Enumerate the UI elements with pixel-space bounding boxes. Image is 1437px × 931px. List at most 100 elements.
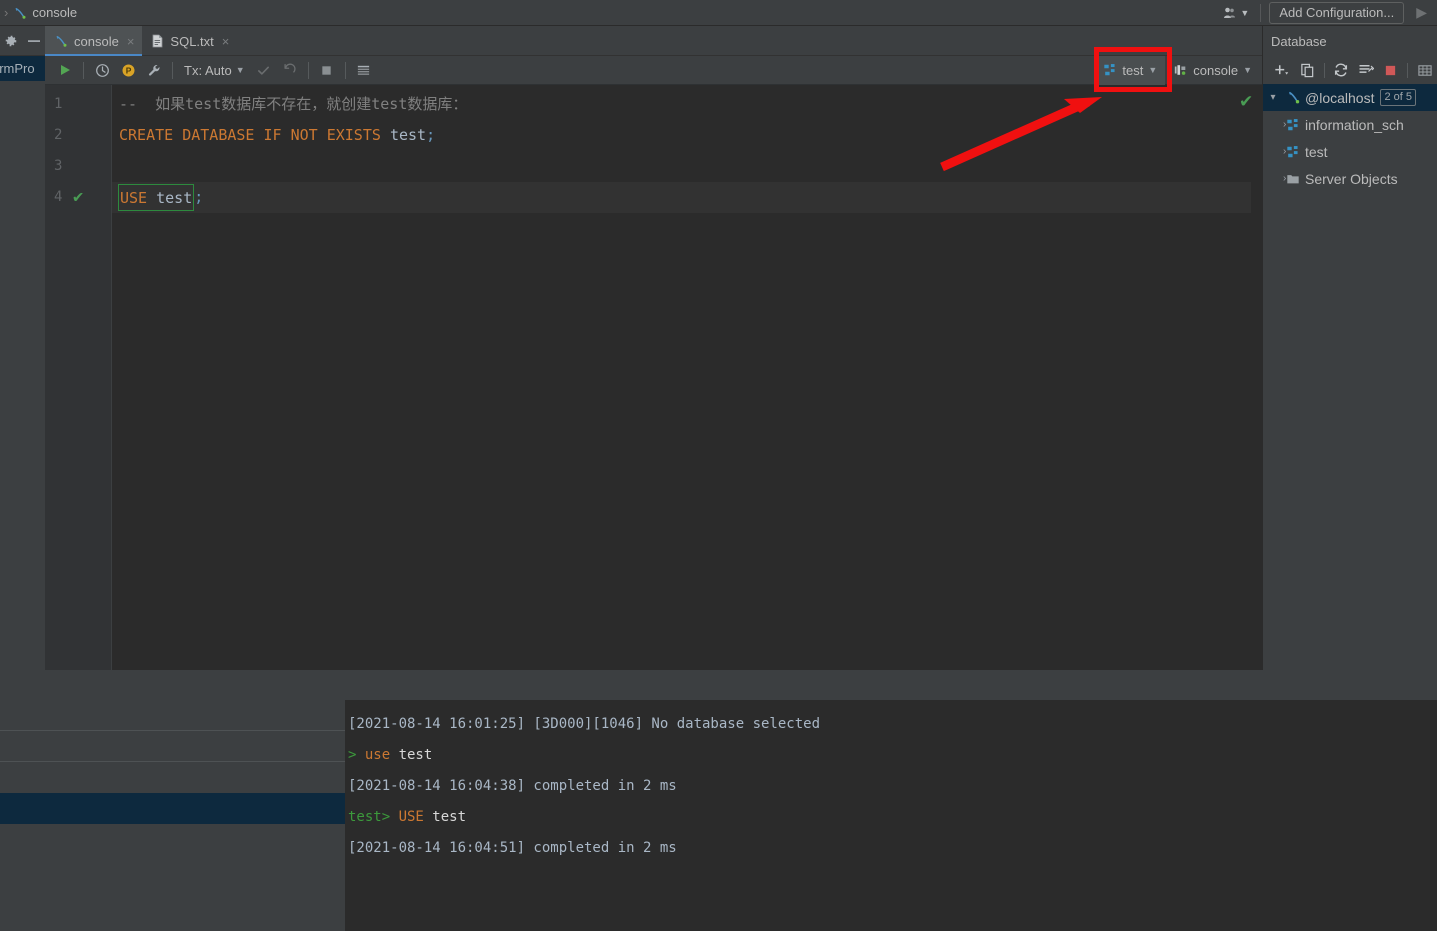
sql-identifier: test — [389, 126, 427, 144]
editor-bottom-gap — [45, 670, 1262, 700]
list-item[interactable] — [0, 793, 345, 824]
user-dropdown-icon[interactable]: ▼ — [1220, 4, 1252, 22]
output-table-icon[interactable] — [351, 57, 377, 83]
top-navigation-bar: › console ▼ Add Configuration... ▶ — [0, 0, 1437, 26]
list-item[interactable] — [0, 700, 345, 731]
chevron-down-icon[interactable]: ▾ — [1263, 92, 1283, 103]
ide-window: › console ▼ Add Configuration... ▶ rmPro… — [0, 0, 1437, 931]
sql-punctuation: ; — [426, 126, 436, 144]
breadcrumb-separator: › — [4, 5, 9, 20]
output-text: test — [432, 809, 467, 825]
toolbar-divider — [172, 61, 173, 79]
database-schema-icon — [1283, 118, 1303, 132]
tab-label: console — [74, 33, 119, 49]
output-side-list[interactable] — [0, 700, 345, 931]
editor-code-area[interactable]: -- 如果test数据库不存在，就创建test数据库： CREATE DATAB… — [111, 85, 1262, 670]
sql-keyword: USE — [120, 189, 157, 207]
tree-node-localhost[interactable]: ▾ @localhost 2 of 5 — [1263, 84, 1437, 111]
breadcrumb-label[interactable]: console — [32, 5, 77, 20]
output-text: [2021-08-14 16:04:51] completed in 2 ms — [348, 840, 677, 856]
tab-sql-txt[interactable]: SQL.txt × — [142, 26, 237, 56]
svg-text:P: P — [125, 65, 131, 75]
toolbar-divider — [307, 61, 309, 79]
console-file-icon — [13, 6, 27, 20]
tab-label: SQL.txt — [170, 33, 214, 49]
line-number-label: 4 — [54, 189, 63, 205]
toolbar-divider — [1323, 62, 1325, 78]
database-schema-icon — [1103, 63, 1117, 77]
line-number: 4 ✔ — [45, 182, 111, 213]
sql-editor[interactable]: 1 2 3 4 ✔ -- 如果test数据库不存在，就创建test数据库： CR… — [45, 85, 1262, 670]
chevron-right-icon[interactable]: › — [1263, 146, 1286, 157]
transaction-mode-selector[interactable]: Tx: Auto ▼ — [178, 63, 251, 78]
database-tool-window: Database ▾ @localhost 2 of 5 › informati… — [1262, 26, 1437, 670]
line-number: 3 — [54, 158, 63, 174]
sync-editor-icon[interactable] — [1353, 58, 1378, 82]
editor-toolbar-right: test ▼ console ▼ — [1095, 55, 1262, 85]
gear-icon[interactable] — [4, 34, 18, 48]
add-icon[interactable] — [1270, 58, 1295, 82]
statement-run-check-icon[interactable]: ✔ — [73, 182, 83, 213]
editor-scrollbar[interactable] — [1251, 85, 1262, 670]
database-tree: ▾ @localhost 2 of 5 › information_sch › … — [1263, 84, 1437, 192]
list-item[interactable] — [0, 731, 345, 762]
tree-node-label: @localhost — [1305, 89, 1375, 106]
stop-icon — [314, 57, 340, 83]
chevron-right-icon[interactable]: › — [1263, 119, 1286, 130]
wrench-icon[interactable] — [141, 57, 167, 83]
tree-node-label: test — [1305, 143, 1328, 160]
output-console[interactable]: [2021-08-14 16:01:25] [3D000][1046] No d… — [345, 700, 1437, 931]
minimize-icon[interactable] — [27, 39, 41, 43]
status-badge: 2 of 5 — [1380, 89, 1416, 106]
profiler-p-icon[interactable]: P — [115, 57, 141, 83]
output-text: test — [398, 747, 433, 763]
close-icon[interactable]: × — [222, 34, 230, 49]
tree-node-information-schema[interactable]: › information_sch — [1263, 111, 1437, 138]
schema-selector-test[interactable]: test ▼ — [1095, 55, 1166, 85]
bottom-output-area: [2021-08-14 16:01:25] [3D000][1046] No d… — [0, 700, 1437, 931]
folder-icon — [1283, 172, 1303, 186]
tree-node-server-objects[interactable]: › Server Objects — [1263, 165, 1437, 192]
output-line: [2021-08-14 16:04:38] completed in 2 ms — [345, 771, 1437, 802]
transaction-mode-label: Tx: Auto — [184, 62, 232, 78]
tree-node-label: information_sch — [1305, 116, 1404, 133]
topbar-right-controls: ▼ Add Configuration... ▶ — [1220, 0, 1437, 25]
tabbar-gutter-actions — [0, 26, 45, 55]
chevron-down-icon: ▼ — [235, 65, 245, 75]
history-clock-icon[interactable] — [89, 57, 115, 83]
session-icon — [1173, 63, 1188, 77]
output-line: > use test — [345, 740, 1437, 771]
toolbar-divider — [1407, 62, 1409, 78]
grid-icon[interactable] — [1412, 58, 1437, 82]
refresh-icon[interactable] — [1329, 58, 1354, 82]
inspection-status-icon[interactable]: ✔ — [1239, 92, 1253, 112]
run-icon[interactable]: ▶ — [1412, 4, 1431, 21]
editor-tab-bar: console × SQL.txt × — [0, 26, 1262, 56]
rollback-icon — [277, 57, 303, 83]
add-configuration-button[interactable]: Add Configuration... — [1269, 1, 1405, 24]
session-selector-console[interactable]: console ▼ — [1165, 56, 1260, 85]
text-file-icon — [151, 34, 164, 48]
current-statement-box: USE test — [118, 184, 195, 211]
stop-icon[interactable] — [1378, 58, 1403, 82]
breadcrumb: › console — [0, 5, 77, 20]
output-keyword: use — [364, 747, 399, 763]
duplicate-icon[interactable] — [1295, 58, 1320, 82]
sql-punctuation: ; — [194, 188, 204, 206]
list-item[interactable] — [0, 855, 345, 886]
list-item[interactable] — [0, 886, 345, 917]
toolbar-divider — [344, 61, 346, 79]
output-line: [2021-08-14 16:04:51] completed in 2 ms — [345, 833, 1437, 864]
list-item[interactable] — [0, 762, 345, 793]
output-text: [2021-08-14 16:04:38] completed in 2 ms — [348, 778, 677, 794]
project-selector[interactable]: armPro — [0, 55, 45, 81]
database-panel-title: Database — [1271, 33, 1327, 49]
chevron-right-icon[interactable]: › — [1263, 173, 1286, 184]
database-schema-icon — [1283, 145, 1303, 159]
close-icon[interactable]: × — [127, 34, 135, 49]
list-item[interactable] — [0, 824, 345, 855]
tree-node-test[interactable]: › test — [1263, 138, 1437, 165]
execute-run-icon[interactable] — [52, 57, 78, 83]
tab-console[interactable]: console × — [45, 26, 143, 56]
database-panel-toolbar — [1263, 56, 1437, 84]
